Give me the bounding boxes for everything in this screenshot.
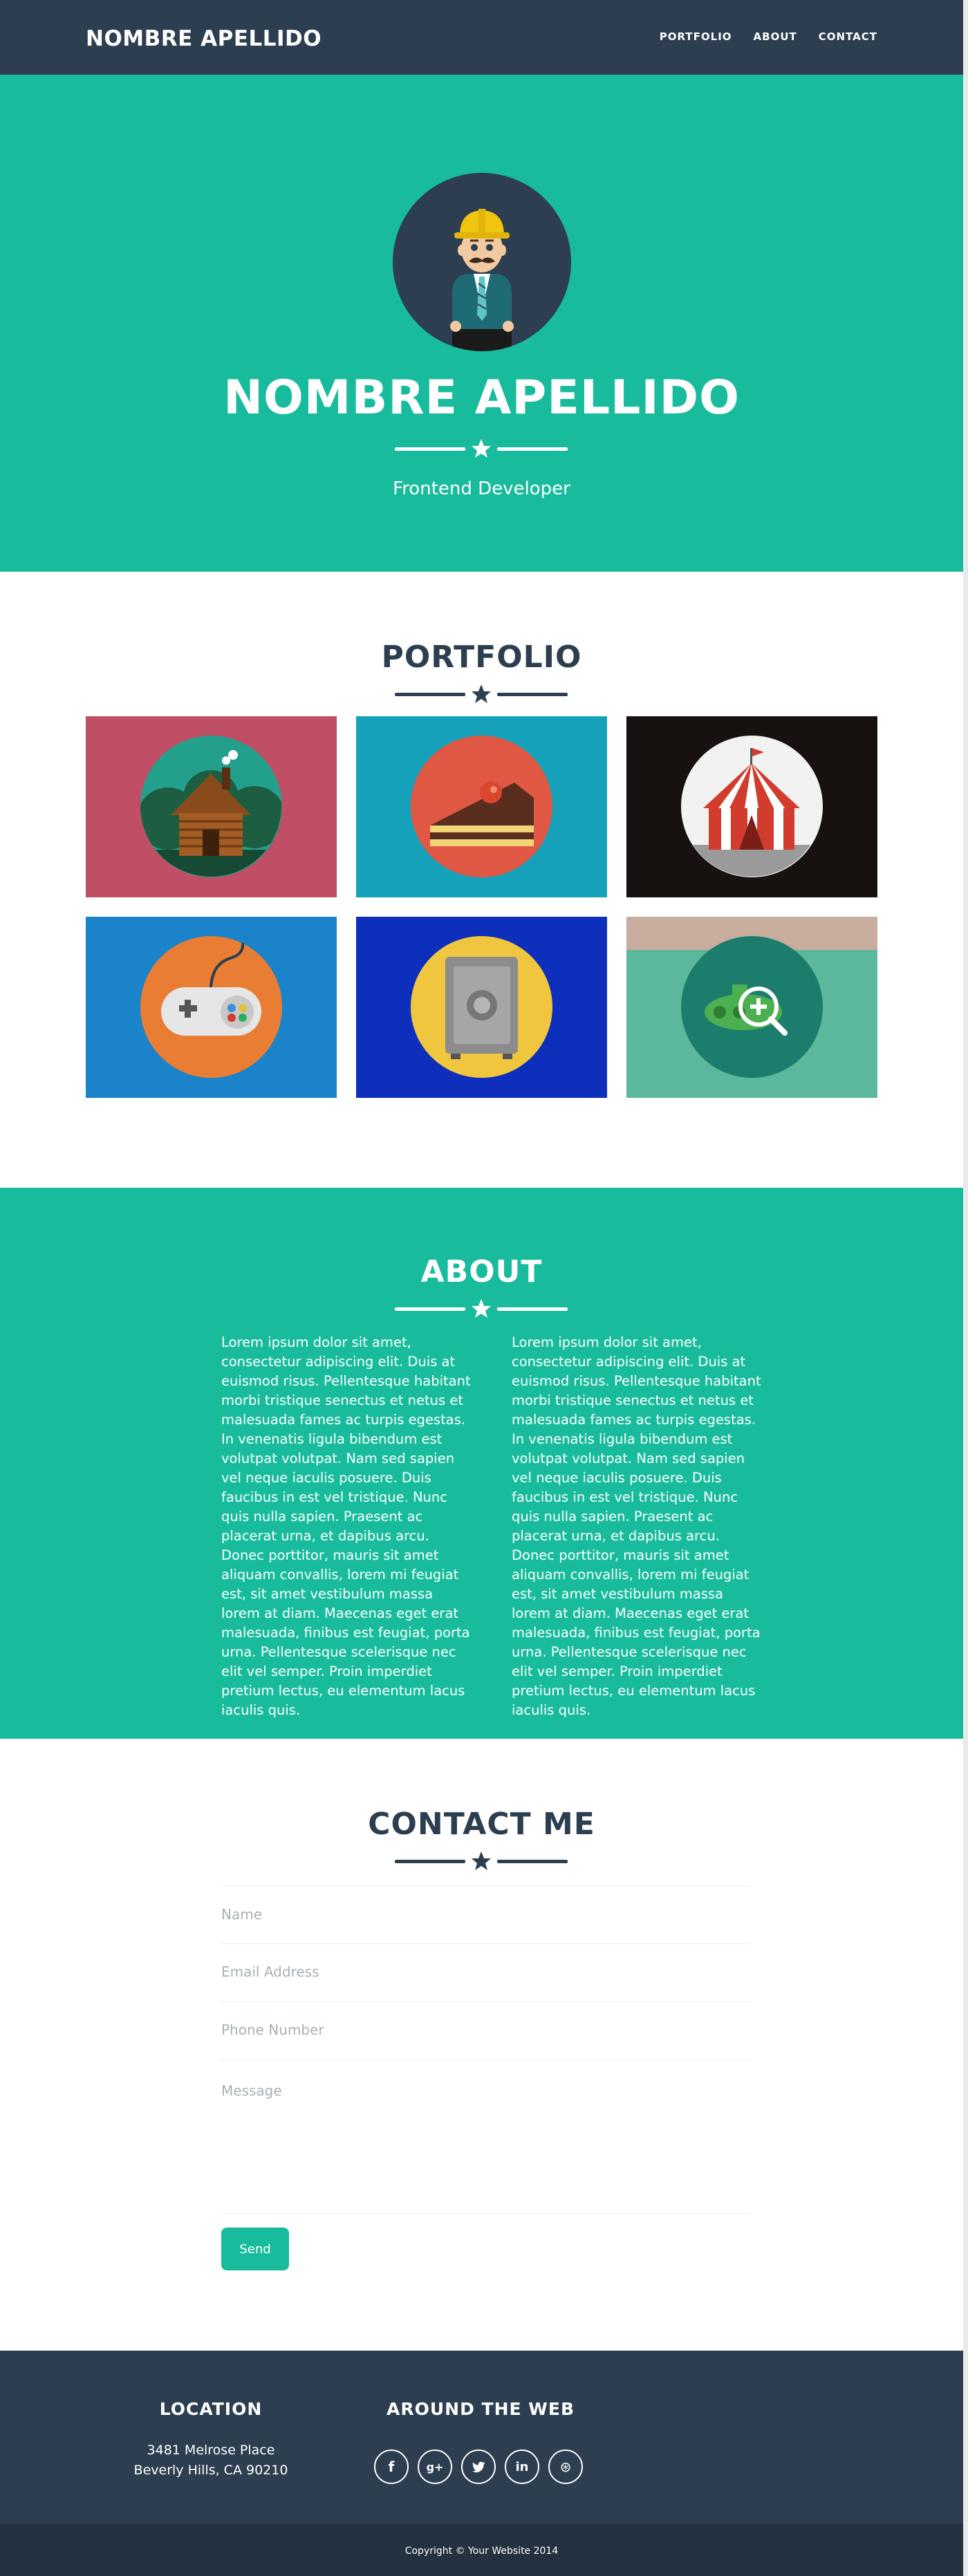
- location-title: LOCATION: [159, 2399, 263, 2419]
- phone-field-wrap: [221, 2002, 750, 2060]
- google-plus-icon[interactable]: g+: [418, 2449, 452, 2484]
- portfolio-grid: [86, 716, 877, 1098]
- twitter-bird-icon: [472, 2461, 485, 2473]
- message-field-wrap: [221, 2060, 750, 2214]
- safe-icon: [411, 936, 552, 1078]
- portfolio-item-controller[interactable]: [86, 917, 337, 1098]
- nav-links: PORTFOLIO ABOUT CONTACT: [660, 30, 877, 43]
- hero-subtitle: Frontend Developer: [393, 478, 570, 499]
- hero-title: NOMBRE APELLIDO: [223, 371, 740, 425]
- navbar: NOMBRE APELLIDO PORTFOLIO ABOUT CONTACT: [0, 0, 963, 75]
- about-text-right: Lorem ipsum dolor sit amet, consectetur …: [512, 1334, 761, 1718]
- contact-divider: [395, 1851, 568, 1872]
- about-divider: [395, 1298, 568, 1319]
- social-links: f g+ in ⊛: [374, 2449, 583, 2484]
- name-field-wrap: [221, 1886, 750, 1944]
- email-input[interactable]: [221, 1963, 750, 1980]
- nav-link-about[interactable]: ABOUT: [754, 30, 797, 43]
- star-icon: [472, 684, 491, 703]
- phone-input[interactable]: [221, 2022, 750, 2038]
- brand-link[interactable]: NOMBRE APELLIDO: [86, 26, 322, 51]
- star-icon: [472, 439, 491, 458]
- name-input[interactable]: [221, 1906, 750, 1923]
- submarine-icon: [681, 936, 823, 1078]
- around-the-web-title: AROUND THE WEB: [387, 2399, 575, 2419]
- developer-avatar-icon: [393, 173, 571, 351]
- game-controller-icon: [140, 936, 282, 1078]
- nav-link-portfolio[interactable]: PORTFOLIO: [660, 30, 732, 43]
- facebook-icon[interactable]: f: [374, 2449, 409, 2484]
- cake-icon: [411, 736, 552, 877]
- about-section: ABOUT Lorem ipsum dolor sit amet, consec…: [0, 1188, 963, 1739]
- circus-tent-icon: [681, 736, 823, 877]
- portfolio-divider: [395, 684, 568, 704]
- star-icon: [472, 1851, 491, 1870]
- linkedin-glyph: in: [515, 2459, 529, 2474]
- scrollbar[interactable]: [963, 0, 968, 2576]
- dribbble-icon[interactable]: ⊛: [548, 2449, 583, 2484]
- about-text-left: Lorem ipsum dolor sit amet, consectetur …: [221, 1334, 471, 1718]
- facebook-glyph: f: [388, 2458, 395, 2475]
- linkedin-icon[interactable]: in: [505, 2449, 539, 2484]
- email-field-wrap: [221, 1944, 750, 2002]
- address: 3481 Melrose Place Beverly Hills, CA 902…: [97, 2440, 325, 2481]
- star-icon: [472, 1299, 491, 1318]
- address-line-2: Beverly Hills, CA 90210: [133, 2463, 288, 2478]
- portfolio-item-cabin[interactable]: [86, 716, 337, 897]
- portfolio-item-safe[interactable]: [356, 917, 607, 1098]
- message-textarea[interactable]: [221, 2082, 750, 2200]
- portfolio-item-cake[interactable]: [356, 716, 607, 897]
- contact-form: Send: [221, 1886, 750, 2270]
- contact-title: CONTACT ME: [368, 1807, 595, 1842]
- google-plus-glyph: g+: [426, 2460, 444, 2474]
- portfolio-title: PORTFOLIO: [381, 640, 582, 675]
- hero-section: NOMBRE APELLIDO Frontend Developer: [0, 75, 963, 572]
- nav-link-contact[interactable]: CONTACT: [819, 30, 877, 43]
- portfolio-item-circus[interactable]: [626, 716, 877, 897]
- send-button[interactable]: Send: [221, 2228, 289, 2270]
- address-line-1: 3481 Melrose Place: [147, 2443, 275, 2458]
- dribbble-glyph: ⊛: [559, 2458, 572, 2475]
- hero-divider: [395, 438, 568, 459]
- twitter-icon[interactable]: [461, 2449, 496, 2484]
- portfolio-item-submarine[interactable]: [626, 917, 877, 1098]
- cabin-icon: [140, 736, 282, 877]
- about-title: ABOUT: [420, 1254, 543, 1289]
- copyright-text: Copyright © Your Website 2014: [404, 2546, 559, 2557]
